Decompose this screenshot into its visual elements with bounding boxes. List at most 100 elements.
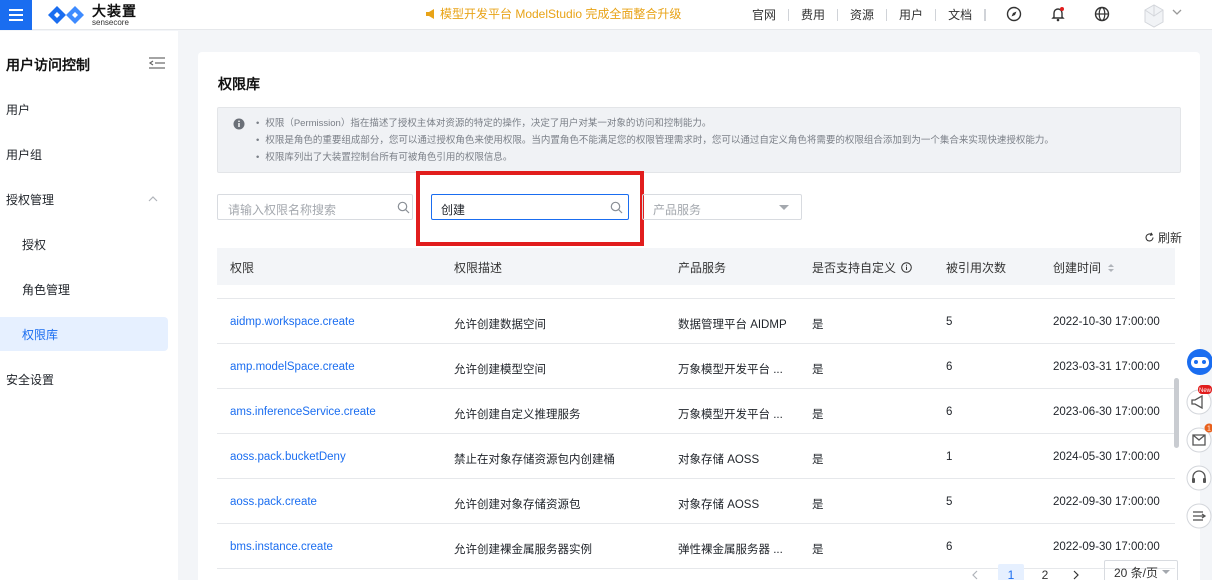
cell-permission[interactable]: ams.inferenceService.create: [230, 406, 376, 418]
cell-custom-support: 是: [812, 544, 824, 556]
chevron-left-icon: [972, 570, 978, 580]
nav-users[interactable]: 用户: [887, 9, 937, 21]
cell-permission[interactable]: bms.instance.create: [230, 541, 333, 553]
cell-description: 允许创建模型空间: [454, 364, 546, 376]
info-notice: 权限（Permission）指在描述了授权主体对资源的特定的操作，决定了用户对某…: [217, 107, 1181, 173]
message-icon[interactable]: 1: [1182, 423, 1212, 453]
column-header-reference-count: 被引用次数: [946, 261, 1007, 275]
sidebar-item-user-groups[interactable]: 用户组: [0, 137, 170, 171]
sidebar-title: 用户访问控制: [6, 57, 90, 73]
announcement[interactable]: 模型开发平台 ModelStudio 完成全面整合升级: [425, 5, 681, 22]
page-button-2[interactable]: 2: [1032, 564, 1058, 580]
cell-permission[interactable]: amp.modelSpace.create: [230, 361, 355, 373]
notice-line: 权限库列出了大装置控制台所有可被角色引用的权限信息。: [256, 149, 1054, 166]
cell-created-time: 2022-09-30 17:00:00: [1053, 496, 1160, 508]
sidebar-item-users[interactable]: 用户: [0, 92, 170, 126]
sidebar-item-grants[interactable]: 授权: [0, 227, 170, 261]
search-icon[interactable]: [397, 201, 410, 214]
top-bar: 大装置 sensecore 模型开发平台 ModelStudio 完成全面整合升…: [0, 0, 1212, 30]
next-page-button[interactable]: [1066, 564, 1086, 580]
menu-icon[interactable]: [0, 0, 32, 30]
cell-custom-support: 是: [812, 409, 824, 421]
cell-description: 禁止在对象存储资源包内创建桶: [454, 454, 615, 466]
permission-name-search-input[interactable]: 请输入权限名称搜索: [217, 194, 413, 220]
column-header-product: 产品服务: [678, 261, 727, 275]
sidebar: 用户访问控制 用户 用户组 授权管理 授权 角色管理 权限库 安全设置: [0, 31, 178, 580]
sidebar-item-permission-library[interactable]: 权限库: [0, 317, 168, 351]
table-row: amp.modelSpace.create 允许创建模型空间 万象模型开发平台 ..…: [217, 344, 1175, 389]
chevron-right-icon: [1073, 570, 1079, 580]
logo-text: 大装置: [92, 2, 137, 19]
cell-description: 允许创建对象存储资源包: [454, 499, 581, 511]
cell-description: 允许创建数据空间: [454, 319, 546, 331]
search-placeholder: 请输入权限名称搜索: [228, 203, 337, 217]
cell-product: 弹性裸金属服务器 ...: [678, 544, 783, 556]
cell-custom-support: 是: [812, 499, 824, 511]
cell-custom-support: 是: [812, 319, 824, 331]
nav-resources[interactable]: 资源: [838, 9, 888, 21]
logo[interactable]: 大装置 sensecore: [46, 3, 137, 27]
sidebar-item-security-settings[interactable]: 安全设置: [0, 362, 170, 396]
collapse-sidebar-icon[interactable]: [148, 55, 166, 71]
top-nav: 官网 费用 资源 用户 文档: [740, 0, 987, 30]
logo-mark-icon: [48, 6, 84, 24]
cell-product: 数据管理平台 AIDMP: [678, 319, 787, 331]
headset-support-icon[interactable]: [1182, 462, 1212, 492]
table-row: aoss.pack.bucketDeny 禁止在对象存储资源包内创建桶 对象存储 A…: [217, 434, 1175, 479]
info-circle-icon[interactable]: [901, 262, 913, 273]
main-card: 权限库 权限（Permission）指在描述了授权主体对资源的特定的操作，决定了…: [198, 52, 1200, 580]
refresh-icon: [1145, 232, 1154, 242]
cell-permission[interactable]: aoss.pack.create: [230, 496, 317, 508]
chevron-up-icon[interactable]: [148, 194, 158, 204]
info-icon: [233, 118, 245, 130]
cell-reference-count: 5: [946, 496, 953, 508]
prev-page-button[interactable]: [965, 564, 985, 580]
expand-panel-icon[interactable]: [1182, 500, 1212, 530]
column-header-created-time[interactable]: 创建时间: [1053, 259, 1115, 276]
globe-icon[interactable]: [1093, 5, 1111, 23]
scrollbar[interactable]: [1174, 378, 1179, 448]
cell-reference-count: 6: [946, 541, 953, 553]
caret-down-icon: [1162, 570, 1171, 574]
nav-official-site[interactable]: 官网: [740, 9, 790, 21]
cell-created-time: 2023-03-31 17:00:00: [1053, 361, 1160, 373]
column-header-custom-support: 是否支持自定义: [812, 259, 913, 276]
bell-icon[interactable]: [1049, 5, 1067, 23]
cell-permission[interactable]: aidmp.workspace.create: [230, 316, 355, 328]
cell-reference-count: 6: [946, 361, 953, 373]
cell-reference-count: 1: [946, 451, 953, 463]
sort-icon[interactable]: [1107, 263, 1115, 273]
announcement-icon[interactable]: New: [1182, 385, 1212, 415]
table-row: aoss.pack.create 允许创建对象存储资源包 对象存储 AOSS 是 5 20…: [217, 479, 1175, 524]
cell-created-time: 2023-06-30 17:00:00: [1053, 406, 1160, 418]
column-header-permission: 权限: [230, 261, 255, 275]
page-title: 权限库: [218, 76, 260, 92]
sidebar-item-authorization-management[interactable]: 授权管理: [0, 182, 170, 216]
chevron-down-icon[interactable]: [1172, 7, 1182, 17]
avatar[interactable]: [1142, 2, 1166, 28]
page-button-1[interactable]: 1: [998, 564, 1024, 580]
cell-reference-count: 5: [946, 316, 953, 328]
notice-line: 权限（Permission）指在描述了授权主体对资源的特定的操作，决定了用户对某…: [256, 115, 1054, 132]
cell-product: 对象存储 AOSS: [678, 499, 760, 511]
cell-product: 对象存储 AOSS: [678, 454, 760, 466]
nav-billing[interactable]: 费用: [789, 9, 839, 21]
table-row: aidmp.workspace.create 允许创建数据空间 数据管理平台 AID…: [217, 299, 1175, 344]
compass-icon[interactable]: [1005, 5, 1023, 23]
notice-line: 权限是角色的重要组成部分，您可以通过授权角色来使用权限。当内置角色不能满足您的权…: [256, 132, 1054, 149]
nav-divider: [985, 9, 987, 21]
assistant-robot-icon[interactable]: [1182, 347, 1212, 377]
sidebar-item-roles[interactable]: 角色管理: [0, 272, 170, 306]
cell-custom-support: 是: [812, 364, 824, 376]
table-row: bms.instance.create 允许创建裸金属服务器实例 弹性裸金属服务器 …: [217, 524, 1175, 569]
table-header: 权限 权限描述 产品服务 是否支持自定义 被引用次数 创建时间: [217, 248, 1175, 285]
cell-permission[interactable]: aoss.pack.bucketDeny: [230, 451, 346, 463]
badge-new: New: [1199, 388, 1212, 394]
logo-subtext: sensecore: [92, 17, 129, 27]
page-size-select[interactable]: 20 条/页: [1104, 560, 1178, 580]
refresh-button[interactable]: 刷新: [1144, 229, 1182, 246]
nav-docs[interactable]: 文档: [936, 9, 986, 21]
column-header-created-time-label: 创建时间: [1053, 261, 1102, 275]
table-row: ams.inferenceService.create 允许创建自定义推理服务 万象…: [217, 389, 1175, 434]
product-service-select[interactable]: 产品服务: [642, 194, 802, 220]
